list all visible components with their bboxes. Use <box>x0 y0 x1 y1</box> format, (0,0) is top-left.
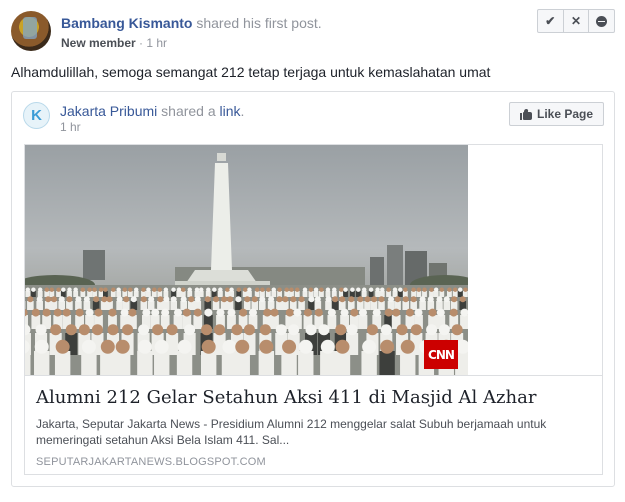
close-icon: ✕ <box>570 14 582 28</box>
check-icon: ✔ <box>545 14 556 28</box>
shared-period: . <box>240 103 245 119</box>
thumbs-up-icon <box>519 108 532 120</box>
remove-button[interactable] <box>589 10 614 32</box>
shared-post-header: Jakarta Pribumi shared a link. <box>60 102 244 120</box>
post-timestamp[interactable]: 1 hr <box>146 36 167 50</box>
author-avatar[interactable] <box>11 11 51 51</box>
like-page-label: Like Page <box>536 107 594 121</box>
post-body-text: Alhamdulillah, semoga semangat 212 tetap… <box>11 64 491 80</box>
post-meta: New member · 1 hr <box>61 35 167 51</box>
page-name-link[interactable]: Jakarta Pribumi <box>60 103 157 119</box>
meta-separator: · <box>135 36 147 50</box>
shared-link-word[interactable]: link <box>220 103 241 119</box>
shared-action-text: shared a <box>157 103 220 119</box>
link-preview-image[interactable]: CNN <box>25 145 468 375</box>
crowd-photo <box>25 153 468 375</box>
admin-action-buttons: ✔ ✕ <box>537 9 615 33</box>
link-description: Jakarta, Seputar Jakarta News - Presidiu… <box>36 417 547 447</box>
post-action-text: shared his first post. <box>192 15 322 31</box>
like-page-button[interactable]: Like Page <box>509 102 604 126</box>
link-caption[interactable]: Alumni 212 Gelar Setahun Aksi 411 di Mas… <box>25 375 602 474</box>
link-title[interactable]: Alumni 212 Gelar Setahun Aksi 411 di Mas… <box>36 387 536 409</box>
approve-button[interactable]: ✔ <box>538 10 564 32</box>
post-header: Bambang Kismanto shared his first post. <box>61 14 322 32</box>
cnn-badge: CNN <box>424 340 458 369</box>
shared-post-card: K Jakarta Pribumi shared a link. 1 hr Li… <box>11 91 615 487</box>
member-role-badge: New member <box>61 36 136 50</box>
link-preview-card[interactable]: CNN Alumni 212 Gelar Setahun Aksi 411 di… <box>24 144 603 475</box>
remove-icon <box>596 15 608 27</box>
page-avatar[interactable]: K <box>23 102 50 129</box>
decline-button[interactable]: ✕ <box>564 10 590 32</box>
author-name-link[interactable]: Bambang Kismanto <box>61 15 192 31</box>
link-domain: SEPUTARJAKARTANEWS.BLOGSPOT.COM <box>36 456 266 468</box>
shared-timestamp[interactable]: 1 hr <box>60 120 81 134</box>
